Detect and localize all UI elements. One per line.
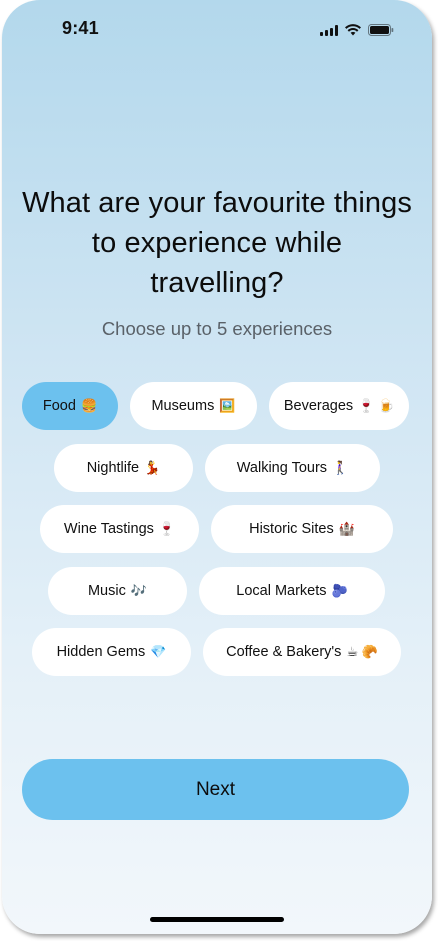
chip-museums[interactable]: Museums 🖼️ [130, 382, 257, 430]
chip-historic-sites[interactable]: Historic Sites 🏰 [211, 505, 393, 553]
dancer-icon: 💃 [144, 460, 161, 475]
gem-icon: 💎 [150, 644, 167, 659]
wine-glass-icon: 🍷 [158, 521, 176, 536]
castle-icon: 🏰 [338, 521, 355, 536]
chip-walking-tours[interactable]: Walking Tours 🚶‍♀️ [205, 444, 380, 492]
chip-label: Music [87, 583, 126, 599]
status-bar: 9:41 [2, 0, 432, 56]
chip-local-markets[interactable]: Local Markets 🫐 [199, 567, 385, 615]
chip-music[interactable]: Music 🎶 [48, 567, 187, 615]
chip-label: Beverages [283, 398, 354, 414]
chip-food[interactable]: Food 🍔 [22, 382, 118, 430]
battery-icon [368, 24, 394, 36]
wine-beer-icon: 🍷 🍺 [358, 398, 395, 413]
chip-label: Local Markets [236, 583, 327, 599]
page-title: What are your favourite things to experi… [22, 187, 412, 299]
chip-label: Hidden Gems [56, 644, 146, 660]
framed-picture-icon: 🖼️ [219, 398, 236, 413]
chip-hidden-gems[interactable]: Hidden Gems 💎 [32, 628, 191, 676]
chip-label: Walking Tours [236, 460, 328, 476]
walking-person-icon: 🚶‍♀️ [332, 460, 349, 475]
phone-screen: 9:41 What are your favourite things to e… [2, 0, 432, 934]
page-subtitle: Choose up to 5 experiences [101, 318, 333, 339]
status-time: 9:41 [62, 18, 99, 38]
coffee-croissant-icon: ☕ 🥐 [346, 644, 378, 659]
chip-label: Museums [151, 398, 215, 414]
chip-label: Food [42, 398, 76, 414]
chip-wine-tastings[interactable]: Wine Tastings 🍷 [40, 505, 199, 553]
chip-coffee-bakery[interactable]: Coffee & Bakery's ☕ 🥐 [203, 628, 401, 676]
chip-label: Coffee & Bakery's [226, 644, 342, 660]
wifi-icon [345, 24, 361, 36]
chip-nightlife[interactable]: Nightlife 💃 [54, 444, 193, 492]
chip-label: Wine Tastings [63, 521, 154, 537]
cellular-signal-icon [320, 24, 338, 36]
blueberries-icon: 🫐 [331, 583, 348, 598]
chip-label: Nightlife [86, 460, 140, 476]
burger-icon: 🍔 [80, 398, 98, 413]
status-icons [320, 24, 394, 36]
home-indicator [150, 917, 284, 922]
next-button[interactable]: Next [22, 759, 409, 820]
music-notes-icon: 🎶 [130, 583, 148, 598]
chip-beverages[interactable]: Beverages 🍷 🍺 [269, 382, 409, 430]
chip-label: Historic Sites [249, 521, 334, 537]
